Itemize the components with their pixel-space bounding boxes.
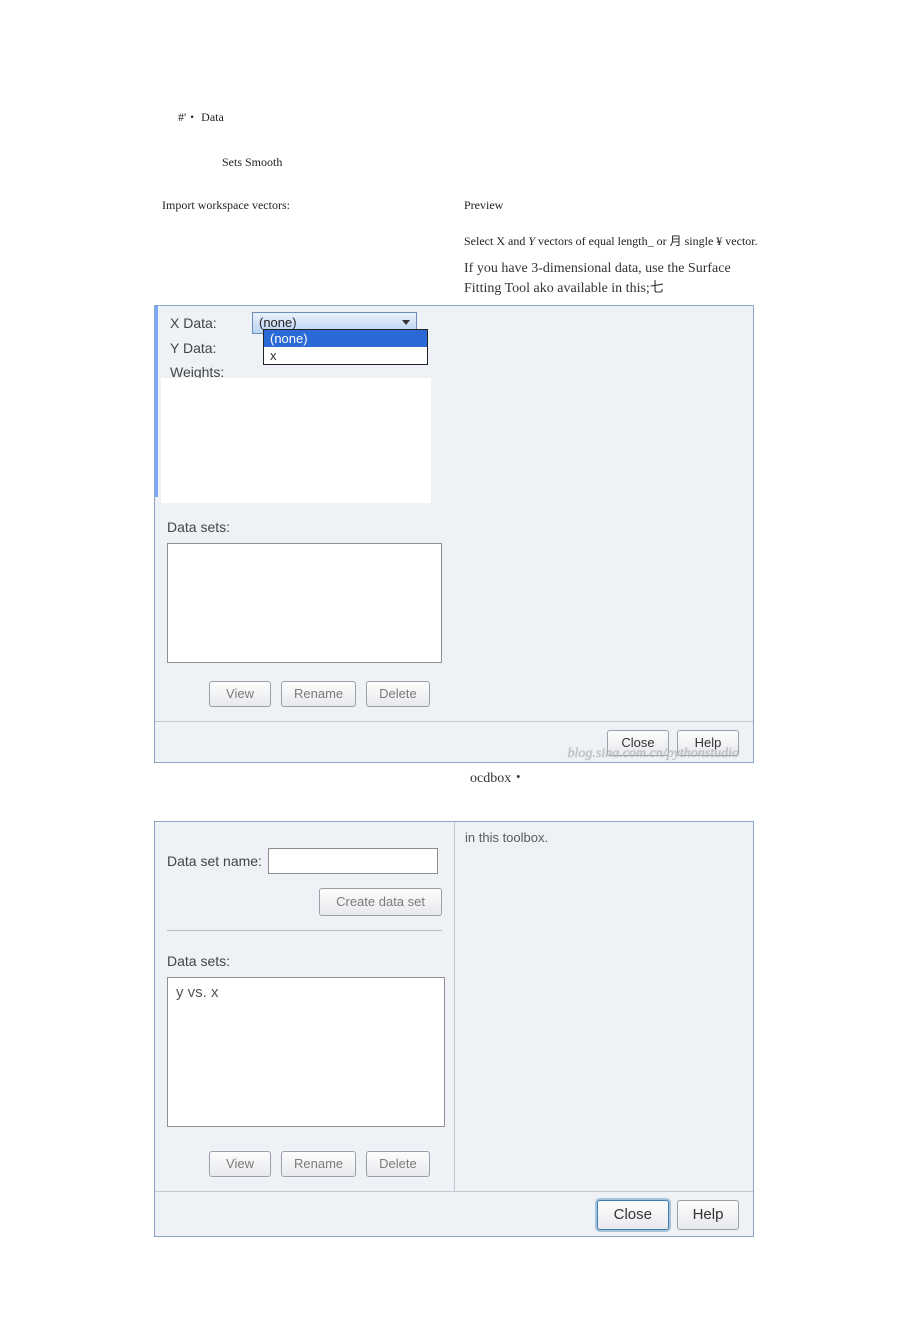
help-text-2: If you have 3-dimensional data, use the … [464,259,760,298]
rename-button-1[interactable]: Rename [281,681,356,707]
list-item[interactable]: y vs. x [176,984,219,1001]
below-note: ocdbox・ [470,767,760,787]
toolbox-text: in this toolbox. [465,830,548,845]
data-sets-label-2: Data sets: [167,953,442,969]
rename-button-2[interactable]: Rename [281,1151,356,1177]
dropdown-item-none[interactable]: (none) [264,330,427,347]
page-subtitle: Sets Smooth [222,155,760,170]
preview-label: Preview [464,198,760,213]
dropdown-item-x[interactable]: x [264,347,427,364]
help-button-1[interactable]: Help [677,730,739,756]
delete-button-1[interactable]: Delete [366,681,430,707]
data-sets-listbox-1[interactable] [167,543,442,663]
data-set-name-label: Data set name: [167,853,262,869]
delete-button-2[interactable]: Delete [366,1151,430,1177]
create-data-set-button[interactable]: Create data set [319,888,442,916]
x-data-label: X Data: [170,313,252,333]
view-button-1[interactable]: View [209,681,271,707]
page-title: #'・ Data [178,108,760,125]
data-set-name-input[interactable] [268,848,438,874]
data-dialog-2: Data set name: Create data set Data sets… [154,821,754,1237]
data-sets-listbox-2[interactable]: y vs. x [167,977,445,1127]
help-button-2[interactable]: Help [677,1200,739,1230]
close-button-1[interactable]: Close [607,730,669,756]
import-label: Import workspace vectors: [162,198,442,213]
data-dialog-1: X Data: (none) Y Data: (none) x Weights: [154,305,754,763]
close-button-2[interactable]: Close [597,1200,669,1230]
view-button-2[interactable]: View [209,1151,271,1177]
help-text-1: Select X and Y vectors of equal length_ … [464,231,760,251]
chevron-down-icon [402,320,410,325]
data-sets-label-1: Data sets: [167,519,741,535]
divider [167,930,442,931]
x-data-dropdown-list[interactable]: (none) x [263,329,428,365]
y-data-label: Y Data: [170,338,252,358]
